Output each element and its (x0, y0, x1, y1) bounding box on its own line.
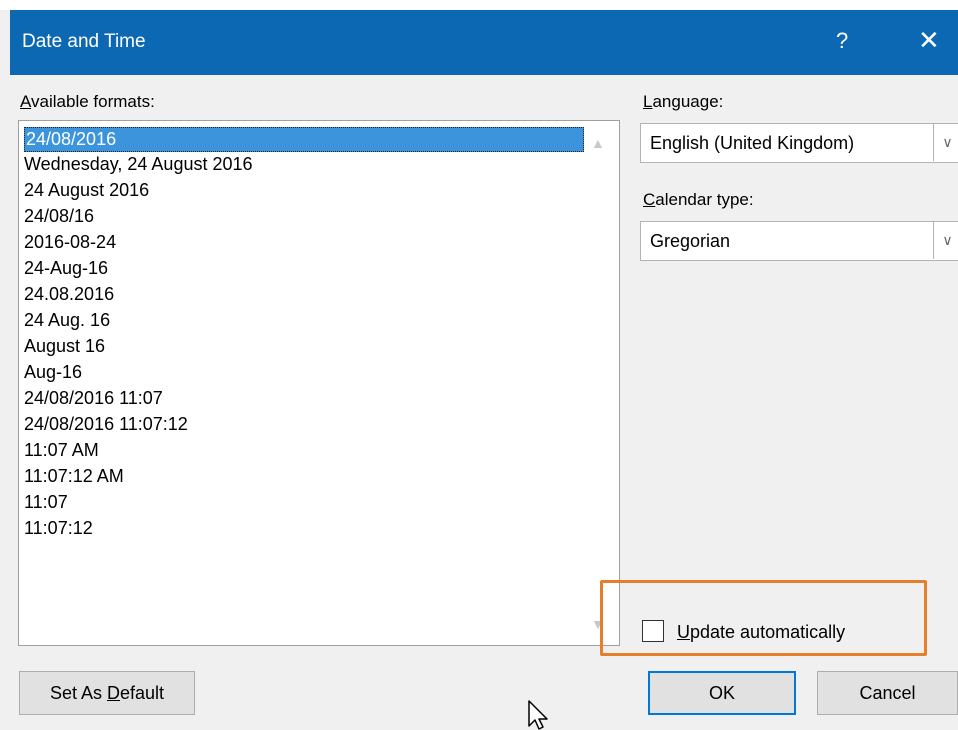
format-item[interactable]: 24 August 2016 (24, 178, 149, 203)
highlight-box (600, 580, 927, 656)
format-item[interactable]: 11:07:12 AM (24, 464, 124, 489)
language-label-rest: anguage: (652, 92, 724, 111)
formats-label: Available formats: (20, 92, 155, 112)
format-item[interactable]: 24/08/16 (24, 204, 94, 229)
formats-label-accel: A (20, 92, 32, 111)
format-item[interactable]: 11:07 AM (24, 438, 99, 463)
format-item[interactable]: 24.08.2016 (24, 282, 114, 307)
format-item-selected[interactable]: 24/08/2016 (24, 127, 584, 152)
calendar-label-rest: alendar type: (655, 190, 754, 209)
language-select[interactable]: English (United Kingdom) ∨ (640, 123, 958, 163)
format-item[interactable]: 24/08/2016 11:07:12 (24, 412, 188, 437)
format-item[interactable]: 11:07 (24, 490, 68, 515)
formats-label-rest: vailable formats: (31, 92, 155, 111)
calendar-value: Gregorian (650, 231, 731, 251)
format-item[interactable]: August 16 (24, 334, 105, 359)
format-item[interactable]: Wednesday, 24 August 2016 (24, 152, 253, 177)
mouse-cursor-icon (528, 700, 548, 730)
language-label: Language: (643, 92, 723, 112)
calendar-select[interactable]: Gregorian ∨ (640, 221, 958, 261)
set-as-default-label-a: Set As (49, 683, 107, 703)
set-as-default-label-accel: D (107, 683, 120, 703)
close-icon[interactable]: ✕ (918, 25, 940, 56)
update-label[interactable]: Update automatically (677, 622, 845, 643)
set-as-default-button[interactable]: Set As Default (19, 671, 195, 715)
calendar-label-accel: C (643, 190, 656, 209)
top-strip (0, 0, 958, 10)
ok-button[interactable]: OK (648, 671, 796, 715)
language-value: English (United Kingdom) (650, 133, 855, 153)
scroll-up-icon[interactable]: ▲ (591, 135, 605, 151)
format-item[interactable]: 24 Aug. 16 (24, 308, 110, 333)
window-title: Date and Time (22, 31, 146, 52)
format-item[interactable]: 2016-08-24 (24, 230, 116, 255)
format-item[interactable]: 24/08/2016 11:07 (24, 386, 163, 411)
update-checkbox[interactable] (642, 620, 664, 642)
help-button[interactable]: ? (836, 28, 848, 54)
format-item[interactable]: 24-Aug-16 (24, 256, 108, 281)
format-item[interactable]: 11:07:12 (24, 516, 93, 541)
title-bar[interactable]: Date and Time ? ✕ (10, 10, 958, 75)
update-label-accel: U (677, 622, 690, 642)
update-label-rest: pdate automatically (690, 622, 846, 642)
formats-listbox[interactable]: 24/08/2016 Wednesday, 24 August 2016 24 … (18, 120, 620, 646)
set-as-default-label-b: efault (120, 683, 165, 703)
chevron-down-icon[interactable]: ∨ (933, 123, 958, 161)
chevron-down-icon[interactable]: ∨ (933, 221, 958, 259)
cancel-button[interactable]: Cancel (817, 671, 958, 715)
calendar-label: Calendar type: (643, 190, 754, 210)
format-item[interactable]: Aug-16 (24, 360, 82, 385)
